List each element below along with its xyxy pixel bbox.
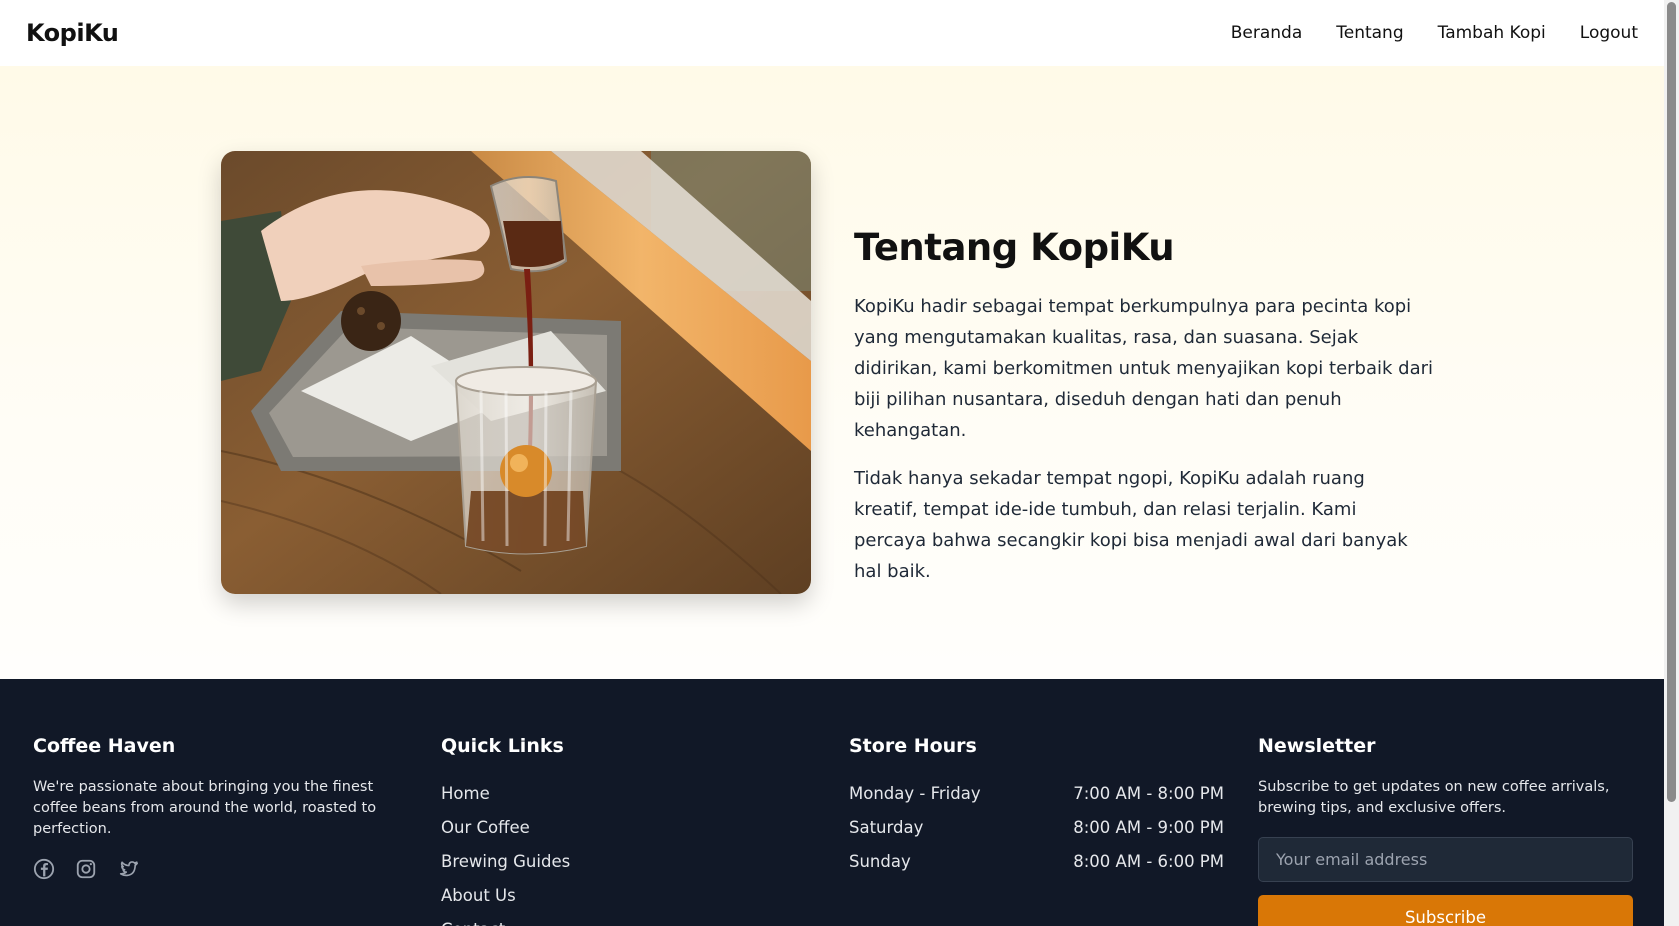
hours-time: 7:00 AM - 8:00 PM — [1073, 784, 1224, 803]
about-text: Tentang KopiKu KopiKu hadir sebagai temp… — [854, 226, 1434, 604]
about-section: Tentang KopiKu KopiKu hadir sebagai temp… — [0, 66, 1664, 679]
page: KopiKu Beranda Tentang Tambah Kopi Logou… — [0, 0, 1664, 926]
about-paragraph-2: Tidak hanya sekadar tempat ngopi, KopiKu… — [854, 468, 1408, 582]
newsletter-email-input[interactable] — [1258, 837, 1633, 882]
hours-day: Monday - Friday — [849, 784, 981, 803]
brand-logo[interactable]: KopiKu — [26, 19, 119, 47]
hours-row: Saturday 8:00 AM - 9:00 PM — [849, 811, 1224, 845]
footer: Coffee Haven We're passionate about brin… — [0, 679, 1664, 926]
quick-link-brewing-guides[interactable]: Brewing Guides — [441, 845, 811, 879]
quick-link-contact[interactable]: Contact — [441, 913, 811, 926]
about-paragraph-1: KopiKu hadir sebagai tempat berkumpulnya… — [854, 296, 1433, 441]
footer-quick-links-column: Quick Links Home Our Coffee Brewing Guid… — [441, 735, 811, 926]
quick-link-home[interactable]: Home — [441, 777, 811, 811]
social-links — [33, 858, 403, 880]
footer-newsletter-column: Newsletter Subscribe to get updates on n… — [1258, 735, 1633, 926]
twitter-icon[interactable] — [117, 858, 139, 880]
facebook-icon[interactable] — [33, 858, 55, 880]
hours-day: Saturday — [849, 818, 924, 837]
quick-link-our-coffee[interactable]: Our Coffee — [441, 811, 811, 845]
hours-row: Monday - Friday 7:00 AM - 8:00 PM — [849, 777, 1224, 811]
nav-link-logout[interactable]: Logout — [1580, 23, 1638, 43]
hours-time: 8:00 AM - 9:00 PM — [1073, 818, 1224, 837]
footer-about-description: We're passionate about bringing you the … — [33, 779, 377, 837]
nav-link-tentang[interactable]: Tentang — [1336, 23, 1403, 43]
footer-store-hours-column: Store Hours Monday - Friday 7:00 AM - 8:… — [849, 735, 1224, 879]
coffee-pour-illustration — [221, 151, 811, 594]
scrollbar-thumb[interactable] — [1667, 2, 1676, 802]
quick-link-about-us[interactable]: About Us — [441, 879, 811, 913]
about-image — [221, 151, 811, 594]
quick-links-list: Home Our Coffee Brewing Guides About Us … — [441, 777, 811, 926]
hours-day: Sunday — [849, 852, 911, 871]
footer-about-column: Coffee Haven We're passionate about brin… — [33, 735, 403, 880]
hours-row: Sunday 8:00 AM - 6:00 PM — [849, 845, 1224, 879]
instagram-icon[interactable] — [75, 858, 97, 880]
footer-newsletter-description: Subscribe to get updates on new coffee a… — [1258, 779, 1610, 816]
nav-links: Beranda Tentang Tambah Kopi Logout — [1231, 23, 1638, 43]
page-scrollbar[interactable] — [1664, 0, 1679, 926]
subscribe-button[interactable]: Subscribe — [1258, 895, 1633, 926]
hours-time: 8:00 AM - 6:00 PM — [1073, 852, 1224, 871]
footer-newsletter-heading: Newsletter — [1258, 735, 1376, 757]
about-title: Tentang KopiKu — [854, 226, 1175, 269]
footer-about-heading: Coffee Haven — [33, 735, 176, 757]
footer-store-hours-heading: Store Hours — [849, 735, 977, 757]
footer-quick-links-heading: Quick Links — [441, 735, 564, 757]
nav-link-tambah-kopi[interactable]: Tambah Kopi — [1438, 23, 1546, 43]
nav-link-beranda[interactable]: Beranda — [1231, 23, 1303, 43]
navbar: KopiKu Beranda Tentang Tambah Kopi Logou… — [0, 0, 1664, 66]
